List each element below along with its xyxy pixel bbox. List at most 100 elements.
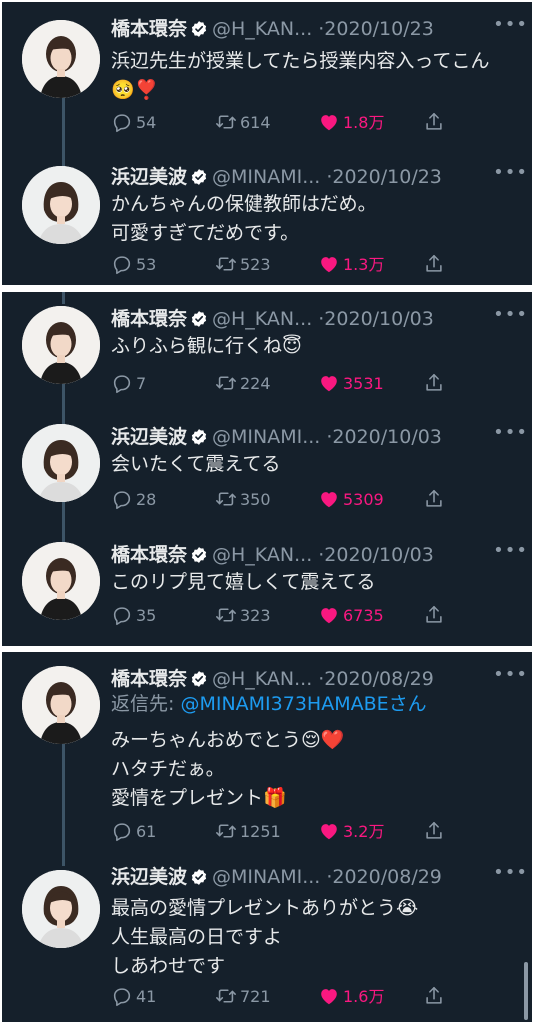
retweet-button[interactable]: 224 — [215, 371, 271, 397]
tweet-date[interactable]: ·2020/08/29 — [318, 668, 434, 690]
display-name[interactable]: 橋本環奈 — [111, 18, 187, 40]
share-button[interactable] — [423, 819, 448, 845]
tweet-header: 浜辺美波 @MINAMI... ·2020/10/03 — [111, 422, 516, 452]
display-name[interactable]: 橋本環奈 — [111, 308, 187, 330]
retweet-icon — [215, 987, 240, 1006]
retweet-button[interactable]: 523 — [215, 252, 271, 278]
scrollbar[interactable] — [524, 962, 528, 1020]
reply-icon — [111, 606, 136, 626]
retweet-icon — [215, 255, 240, 274]
reply-button[interactable]: 54 — [111, 110, 156, 136]
display-name[interactable]: 浜辺美波 — [111, 166, 187, 188]
reply-to-line: 返信先: @MINAMI373HAMABEさん — [111, 690, 427, 719]
avatar-kanna[interactable] — [22, 666, 100, 744]
like-button[interactable]: 3531 — [318, 371, 384, 397]
avatar-minami[interactable] — [22, 424, 100, 502]
user-handle[interactable]: @H_KAN... — [212, 544, 312, 566]
retweet-button[interactable]: 614 — [215, 110, 271, 136]
like-button[interactable]: 1.3万 — [318, 252, 384, 278]
like-button[interactable]: 6735 — [318, 603, 384, 629]
like-button[interactable]: 3.2万 — [318, 819, 384, 845]
reply-count: 35 — [136, 606, 157, 625]
retweet-button[interactable]: 350 — [215, 487, 271, 513]
display-name[interactable]: 橋本環奈 — [111, 668, 187, 690]
retweet-icon — [215, 490, 240, 509]
tweet[interactable]: 浜辺美波 @MINAMI... ·2020/10/03 ••• 会いたくて震えてる … — [2, 422, 532, 522]
heart-icon — [318, 490, 343, 509]
tweet[interactable]: 橋本環奈 @H_KAN... ·2020/10/23 ••• 浜辺先生が授業してたら… — [2, 14, 532, 144]
reply-icon — [111, 822, 136, 842]
tweet-actions: 54 614 1.8万 — [111, 110, 516, 136]
avatar-kanna[interactable] — [22, 306, 100, 384]
tweet-text: ふりふら観に行くね😇 — [111, 335, 302, 357]
display-name[interactable]: 浜辺美波 — [111, 426, 187, 448]
tweet-date[interactable]: ·2020/08/29 — [326, 866, 442, 888]
reply-mention-link[interactable]: @MINAMI373HAMABEさん — [180, 693, 426, 715]
verified-badge-icon — [190, 17, 208, 37]
share-button[interactable] — [423, 252, 448, 278]
share-icon — [423, 821, 448, 841]
tweet[interactable]: 橋本環奈 @H_KAN... ·2020/08/29 ••• 返信先: @MINAM… — [2, 664, 532, 854]
share-button[interactable] — [423, 984, 448, 1010]
retweet-icon — [215, 374, 240, 393]
user-handle[interactable]: @H_KAN... — [212, 668, 312, 690]
avatar-minami[interactable] — [22, 870, 100, 948]
user-handle[interactable]: @MINAMI... — [212, 426, 320, 448]
heart-icon — [318, 606, 343, 625]
tweet[interactable]: 橋本環奈 @H_KAN... ·2020/10/03 ••• ふりふら観に行くね😇 … — [2, 304, 532, 404]
reply-count: 41 — [136, 987, 157, 1006]
user-handle[interactable]: @MINAMI... — [212, 866, 320, 888]
reply-button[interactable]: 7 — [111, 371, 146, 397]
display-name[interactable]: 浜辺美波 — [111, 866, 187, 888]
like-button[interactable]: 1.8万 — [318, 110, 384, 136]
tweet[interactable]: 橋本環奈 @H_KAN... ·2020/10/03 ••• このリプ見て嬉しくて震… — [2, 540, 532, 640]
tweet-date[interactable]: ·2020/10/23 — [318, 18, 434, 40]
share-icon — [423, 112, 448, 132]
display-name[interactable]: 橋本環奈 — [111, 544, 187, 566]
retweet-button[interactable]: 323 — [215, 603, 271, 629]
like-count: 3.2万 — [343, 822, 385, 841]
user-handle[interactable]: @MINAMI... — [212, 166, 320, 188]
more-icon[interactable]: ••• — [493, 304, 528, 325]
tweet-text: みーちゃんおめでとう😌❤️ ハタチだぁ。 愛情をプレゼント🎁 — [111, 729, 345, 809]
like-button[interactable]: 1.6万 — [318, 984, 384, 1010]
retweet-count: 350 — [240, 490, 271, 509]
tweet[interactable]: 浜辺美波 @MINAMI... ·2020/10/23 ••• かんちゃんの保健教師… — [2, 162, 532, 282]
more-icon[interactable]: ••• — [493, 14, 528, 35]
retweet-count: 721 — [240, 987, 271, 1006]
reply-button[interactable]: 35 — [111, 603, 156, 629]
share-button[interactable] — [423, 110, 448, 136]
tweet-text: 浜辺先生が授業してたら授業内容入ってこん🥺❣️ — [111, 50, 490, 101]
tweet-date[interactable]: ·2020/10/03 — [318, 308, 434, 330]
tweet-date[interactable]: ·2020/10/03 — [318, 544, 434, 566]
verified-badge-icon — [190, 543, 208, 563]
reply-button[interactable]: 41 — [111, 984, 156, 1010]
reply-button[interactable]: 61 — [111, 819, 156, 845]
more-icon[interactable]: ••• — [493, 422, 528, 443]
tweet-date[interactable]: ·2020/10/03 — [326, 426, 442, 448]
more-icon[interactable]: ••• — [493, 664, 528, 685]
heart-icon — [318, 987, 343, 1006]
avatar-minami[interactable] — [22, 166, 100, 244]
tweet[interactable]: 浜辺美波 @MINAMI... ·2020/08/29 ••• 最高の愛情プレゼント… — [2, 862, 532, 1020]
avatar-kanna[interactable] — [22, 20, 100, 98]
share-button[interactable] — [423, 371, 448, 397]
share-button[interactable] — [423, 603, 448, 629]
reply-button[interactable]: 28 — [111, 487, 156, 513]
like-button[interactable]: 5309 — [318, 487, 384, 513]
tweet-text: 会いたくて震えてる — [111, 453, 281, 475]
user-handle[interactable]: @H_KAN... — [212, 18, 312, 40]
reply-button[interactable]: 53 — [111, 252, 156, 278]
retweet-button[interactable]: 1251 — [215, 819, 281, 845]
avatar-kanna[interactable] — [22, 542, 100, 620]
retweet-button[interactable]: 721 — [215, 984, 271, 1010]
share-button[interactable] — [423, 487, 448, 513]
more-icon[interactable]: ••• — [493, 540, 528, 561]
tweet-date[interactable]: ·2020/10/23 — [326, 166, 442, 188]
tweet-thread-panel: 橋本環奈 @H_KAN... ·2020/10/03 ••• ふりふら観に行くね😇 … — [2, 292, 532, 646]
reply-count: 28 — [136, 490, 157, 509]
more-icon[interactable]: ••• — [493, 862, 528, 883]
more-icon[interactable]: ••• — [493, 162, 528, 183]
heart-icon — [318, 374, 343, 393]
user-handle[interactable]: @H_KAN... — [212, 308, 312, 330]
